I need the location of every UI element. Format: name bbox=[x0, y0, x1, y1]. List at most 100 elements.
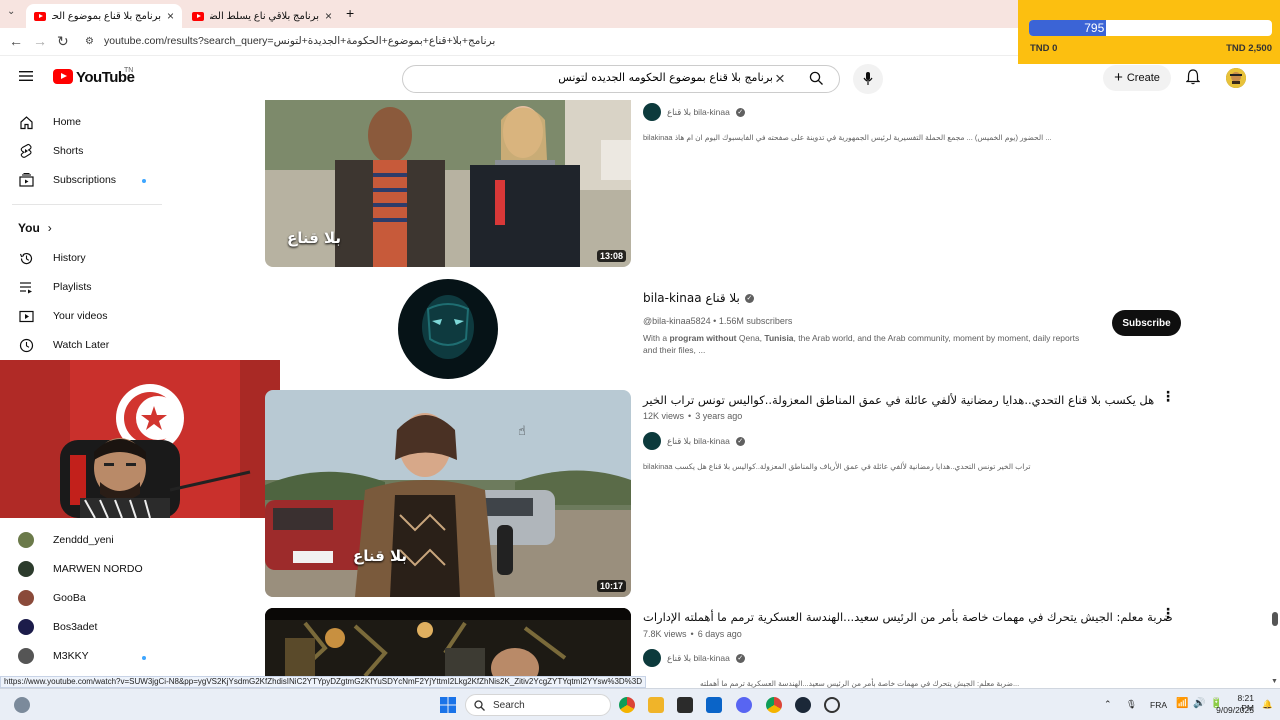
sidebar-channel-zenddd[interactable]: Zenddd_yeni bbox=[0, 526, 160, 554]
mouse-cursor-hand-icon: ☝ bbox=[518, 423, 526, 438]
more-actions-icon[interactable]: ⋮ bbox=[1161, 606, 1175, 620]
shorts-icon bbox=[18, 143, 34, 159]
sidebar-channel-gooba[interactable]: GooBa bbox=[0, 584, 160, 612]
store-icon[interactable] bbox=[677, 697, 693, 713]
create-button[interactable]: + Create bbox=[1103, 65, 1171, 91]
url-field[interactable]: youtube.com/results?search_query=برنامج+… bbox=[104, 35, 495, 47]
browser-tab-active[interactable]: برنامج بلا قناع بموضوع الحكومة ... × bbox=[26, 4, 182, 28]
wifi-icon[interactable]: 📶 bbox=[1176, 698, 1188, 709]
search-input[interactable] bbox=[413, 71, 773, 84]
forward-icon[interactable]: → bbox=[33, 33, 47, 49]
video-thumbnail[interactable]: بلا قناع 10:17 bbox=[265, 390, 631, 597]
page-scrollbar-thumb[interactable] bbox=[1272, 612, 1278, 626]
close-tab-icon[interactable]: × bbox=[325, 9, 332, 23]
search-icon[interactable] bbox=[809, 71, 824, 91]
back-icon[interactable]: ← bbox=[9, 33, 23, 49]
meta-separator: • bbox=[690, 629, 694, 639]
channel-avatar bbox=[643, 103, 661, 121]
sidebar-item-your-videos[interactable]: Your videos bbox=[0, 302, 160, 330]
sidebar-channel-m3kky[interactable]: M3KKY bbox=[0, 642, 160, 670]
sidebar-item-playlists[interactable]: Playlists bbox=[0, 273, 160, 301]
sidebar-item-label: History bbox=[53, 252, 86, 264]
menu-icon[interactable] bbox=[19, 69, 33, 87]
obs-icon[interactable] bbox=[824, 697, 840, 713]
video-channel-row[interactable]: بلا قناع bila-kinaa ✓ bbox=[643, 649, 745, 667]
youtube-logo-icon[interactable] bbox=[53, 69, 73, 84]
video-channel-row[interactable]: بلا قناع bila-kinaa ✓ bbox=[643, 432, 745, 450]
video-title[interactable]: هل يكسب بلا قناع التحدي..هدايا رمضانية ل… bbox=[643, 393, 1154, 407]
taskbar-search-label: Search bbox=[493, 699, 525, 711]
desc-text: and their files, ... bbox=[643, 345, 706, 355]
reload-icon[interactable]: ↻ bbox=[57, 33, 69, 50]
streamer-webcam-overlay bbox=[0, 360, 280, 518]
channel-card-name: bila-kinaa بلا قناع bbox=[643, 291, 740, 305]
discord-icon[interactable] bbox=[736, 697, 752, 713]
sidebar-you-header[interactable]: You › bbox=[18, 221, 52, 235]
desc-highlight: program without bbox=[669, 333, 737, 343]
outlook-icon[interactable] bbox=[706, 697, 722, 713]
upload-age: 6 days ago bbox=[697, 629, 742, 639]
steam-icon[interactable] bbox=[795, 697, 811, 713]
channel-avatar bbox=[18, 619, 34, 635]
sidebar-item-history[interactable]: History bbox=[0, 244, 160, 272]
subscribe-button[interactable]: Subscribe bbox=[1112, 310, 1181, 336]
video-description: bilakinaa تراب الخير تونس التحدي..هدايا … bbox=[643, 462, 1031, 471]
thumbnail-image bbox=[265, 608, 631, 676]
volume-icon[interactable]: 🔊 bbox=[1193, 698, 1205, 709]
chrome-icon[interactable] bbox=[766, 697, 782, 713]
tab-list-chevron-icon[interactable]: ⌄ bbox=[7, 6, 15, 17]
webcam-image bbox=[0, 360, 280, 518]
clear-search-icon[interactable]: × bbox=[775, 69, 785, 89]
browser-tab[interactable]: برنامج بلاقي ناع يسلط الضوء على... × bbox=[184, 4, 340, 28]
windows-start-icon[interactable] bbox=[440, 697, 456, 713]
donation-min-label: TND 0 bbox=[1030, 43, 1058, 54]
plus-icon: + bbox=[1114, 69, 1123, 86]
tab-title: برنامج بلاقي ناع يسلط الضوء على... bbox=[210, 10, 319, 22]
sidebar-item-label: Home bbox=[53, 116, 82, 128]
channel-avatar bbox=[18, 648, 34, 664]
taskbar-search-box[interactable]: Search bbox=[465, 694, 611, 716]
sidebar-item-home[interactable]: Home bbox=[0, 108, 160, 136]
channel-name: M3KKY bbox=[53, 650, 89, 662]
site-info-icon[interactable]: ⚙ bbox=[85, 36, 94, 47]
scroll-down-arrow-icon[interactable]: ▼ bbox=[1271, 678, 1278, 685]
verified-badge-icon: ✓ bbox=[735, 436, 745, 446]
tray-overflow-chevron-icon[interactable]: ⌃ bbox=[1104, 699, 1112, 710]
video-thumbnail[interactable] bbox=[265, 608, 631, 676]
widgets-icon[interactable] bbox=[14, 697, 30, 713]
video-meta: 7.8K views • 6 days ago bbox=[643, 629, 742, 639]
chrome-icon[interactable] bbox=[619, 697, 635, 713]
sidebar-item-label: Watch Later bbox=[53, 339, 110, 351]
video-title[interactable]: ضربة معلم: الجيش يتحرك في مهمات خاصة بأم… bbox=[643, 610, 1173, 624]
sidebar-item-watch-later[interactable]: Watch Later bbox=[0, 331, 160, 359]
sidebar-channel-marwen-nordo[interactable]: MARWEN NORDO bbox=[0, 555, 160, 583]
sidebar-item-shorts[interactable]: Shorts bbox=[0, 137, 160, 165]
notifications-icon[interactable] bbox=[1185, 69, 1201, 90]
new-content-dot bbox=[142, 179, 146, 183]
keyboard-language[interactable]: FRA bbox=[1150, 700, 1167, 710]
notification-center-icon[interactable]: 🔔 bbox=[1262, 699, 1273, 710]
close-tab-icon[interactable]: × bbox=[167, 9, 174, 23]
voice-search-button[interactable] bbox=[853, 64, 883, 94]
more-actions-icon[interactable]: ⋮ bbox=[1161, 389, 1175, 403]
taskbar-date[interactable]: 9/09/2025 bbox=[1214, 705, 1254, 715]
desc-text: , the Arab world, and the Arab community… bbox=[793, 333, 1080, 343]
video-channel-row[interactable]: بلا قناع bila-kinaa ✓ bbox=[643, 103, 745, 121]
microphone-tray-icon[interactable]: 🎙 bbox=[1126, 699, 1137, 710]
sidebar-item-label: Your videos bbox=[53, 310, 108, 322]
video-thumbnail[interactable]: بلا قناع 13:08 bbox=[265, 100, 631, 267]
tab-title: برنامج بلا قناع بموضوع الحكومة ... bbox=[52, 10, 161, 22]
watch-later-icon bbox=[18, 337, 34, 353]
channel-card-title[interactable]: bila-kinaa بلا قناع ✓ bbox=[643, 291, 754, 305]
youtube-favicon-icon bbox=[34, 11, 46, 21]
sidebar-item-subscriptions[interactable]: Subscriptions bbox=[0, 166, 160, 194]
file-explorer-icon[interactable] bbox=[648, 697, 664, 713]
channel-card-avatar[interactable] bbox=[398, 279, 498, 379]
sidebar-channel-bos3adet[interactable]: Bos3adet bbox=[0, 613, 160, 641]
channel-name: بلا قناع bila-kinaa bbox=[667, 106, 730, 117]
channel-name: MARWEN NORDO bbox=[53, 563, 143, 575]
new-tab-button[interactable]: + bbox=[346, 5, 354, 21]
search-box[interactable]: × bbox=[402, 65, 840, 93]
video-description: ضربة معلم: الجيش يتحرك في مهمات خاصة بأم… bbox=[700, 679, 1020, 688]
account-avatar[interactable] bbox=[1226, 68, 1246, 88]
